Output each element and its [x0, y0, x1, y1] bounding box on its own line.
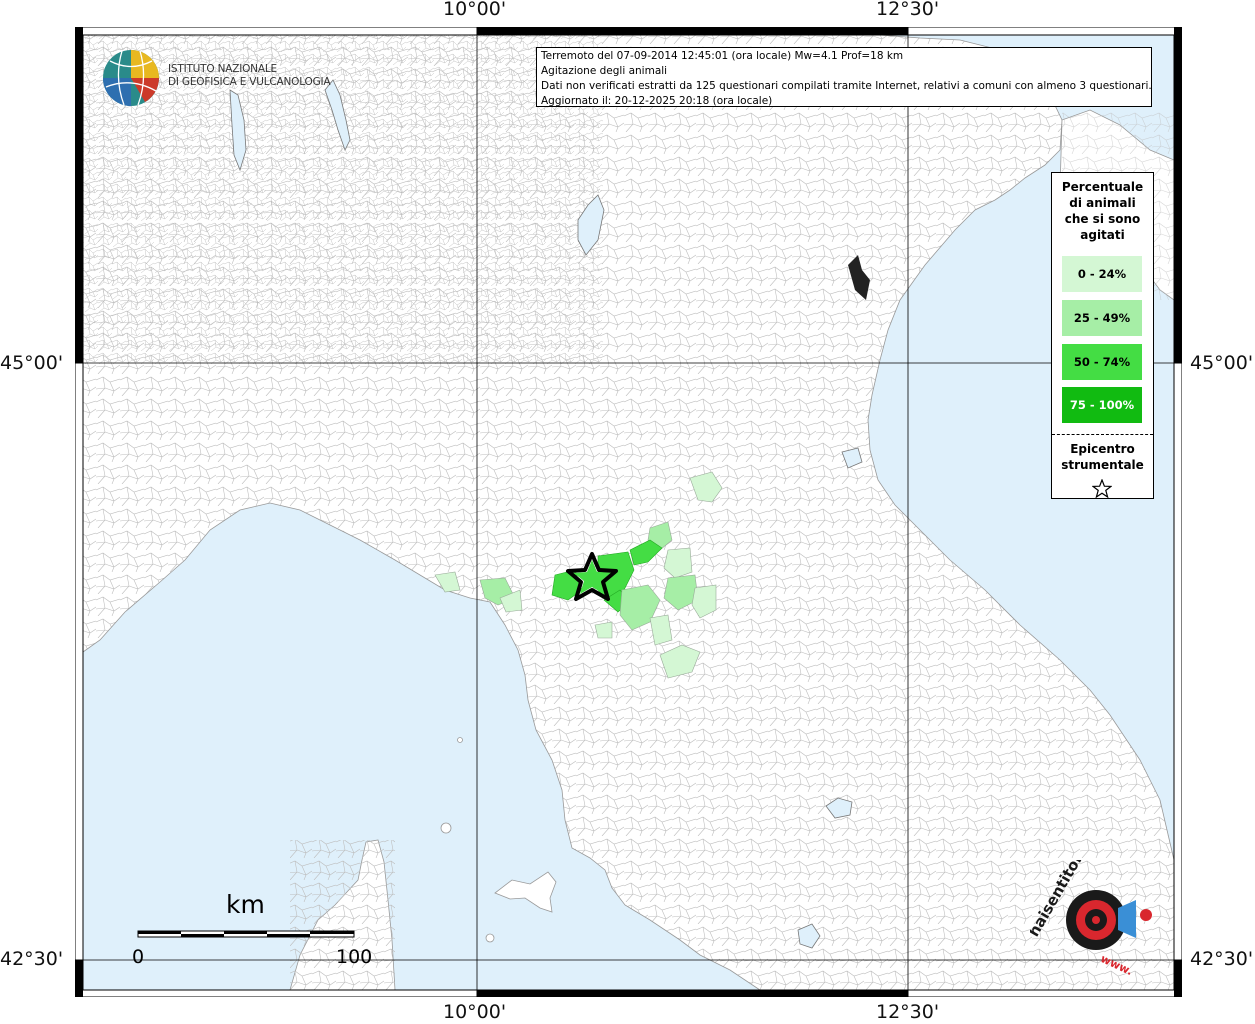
lat-label-left-lower: 42°30' [0, 948, 64, 970]
legend-item-0-24: 0 - 24% [1062, 256, 1142, 292]
capraia-island [440, 822, 452, 834]
star-icon [1092, 479, 1112, 499]
legend-title-line3: che si sono [1064, 212, 1141, 226]
hai-sentito-logo: haisentitoilterremoto.it www. [1025, 758, 1165, 980]
info-data-note: Dati non verificati estratti da 125 ques… [541, 80, 1152, 92]
institute-line2: DI GEOFISICA E VULCANOLOGIA [168, 76, 331, 88]
legend-title-line4: agitati [1080, 228, 1125, 242]
legend-separator [1052, 434, 1153, 435]
lon-label-top-right: 12°30' [876, 0, 940, 20]
pianosa-island [485, 933, 495, 943]
legend-epicenter: Epicentro strumentale [1052, 441, 1153, 473]
legend-item-75-100: 75 - 100% [1062, 387, 1142, 423]
scale-ruler [137, 930, 355, 938]
hai-sentito-prefix: www. [1098, 952, 1134, 978]
hai-sentito-logo-image: haisentitoilterremoto.it www. [1025, 758, 1152, 978]
info-subject: Agitazione degli animali [541, 65, 668, 77]
legend-title-line2: di animali [1069, 196, 1136, 210]
info-updated: Aggiornato il: 20-12-2025 20:18 (ora loc… [541, 95, 773, 107]
scale-bar: km 0 100 [130, 890, 373, 970]
gorgona-island [457, 737, 463, 743]
scale-end: 100 [336, 946, 373, 968]
lat-label-right-lower: 42°30' [1190, 948, 1254, 970]
earthquake-info-box: Terremoto del 07-09-2014 12:45:01 (ora l… [536, 47, 1152, 107]
map-frame[interactable] [75, 27, 1182, 997]
map-canvas[interactable] [75, 27, 1182, 997]
globe-icon [103, 50, 159, 106]
info-event: Terremoto del 07-09-2014 12:45:01 (ora l… [541, 50, 904, 62]
legend-item-25-49: 25 - 49% [1062, 300, 1142, 336]
felt-area[interactable] [594, 621, 613, 639]
legend-title-line1: Percentuale [1061, 180, 1144, 194]
legend-epicenter-line2: strumentale [1061, 458, 1144, 472]
legend-title: Percentuale di animali che si sono agita… [1052, 179, 1153, 243]
lat-label-right-upper: 45°00' [1190, 352, 1254, 374]
legend: Percentuale di animali che si sono agita… [1051, 172, 1154, 499]
lon-label-top-left: 10°00' [443, 0, 507, 20]
legend-item-50-74: 50 - 74% [1062, 344, 1142, 380]
institute-name: ISTITUTO NAZIONALE DI GEOFISICA E VULCAN… [168, 63, 331, 89]
lat-label-left-upper: 45°00' [0, 352, 64, 374]
lon-label-bottom-right: 12°30' [876, 1001, 940, 1023]
ingv-logo: ISTITUTO NAZIONALE DI GEOFISICA E VULCAN… [100, 47, 331, 109]
scale-start: 0 [132, 946, 145, 968]
institute-line1: ISTITUTO NAZIONALE [168, 63, 277, 75]
scale-unit: km [226, 890, 265, 919]
lon-label-bottom-left: 10°00' [443, 1001, 507, 1023]
legend-epicenter-line1: Epicentro [1070, 442, 1135, 456]
